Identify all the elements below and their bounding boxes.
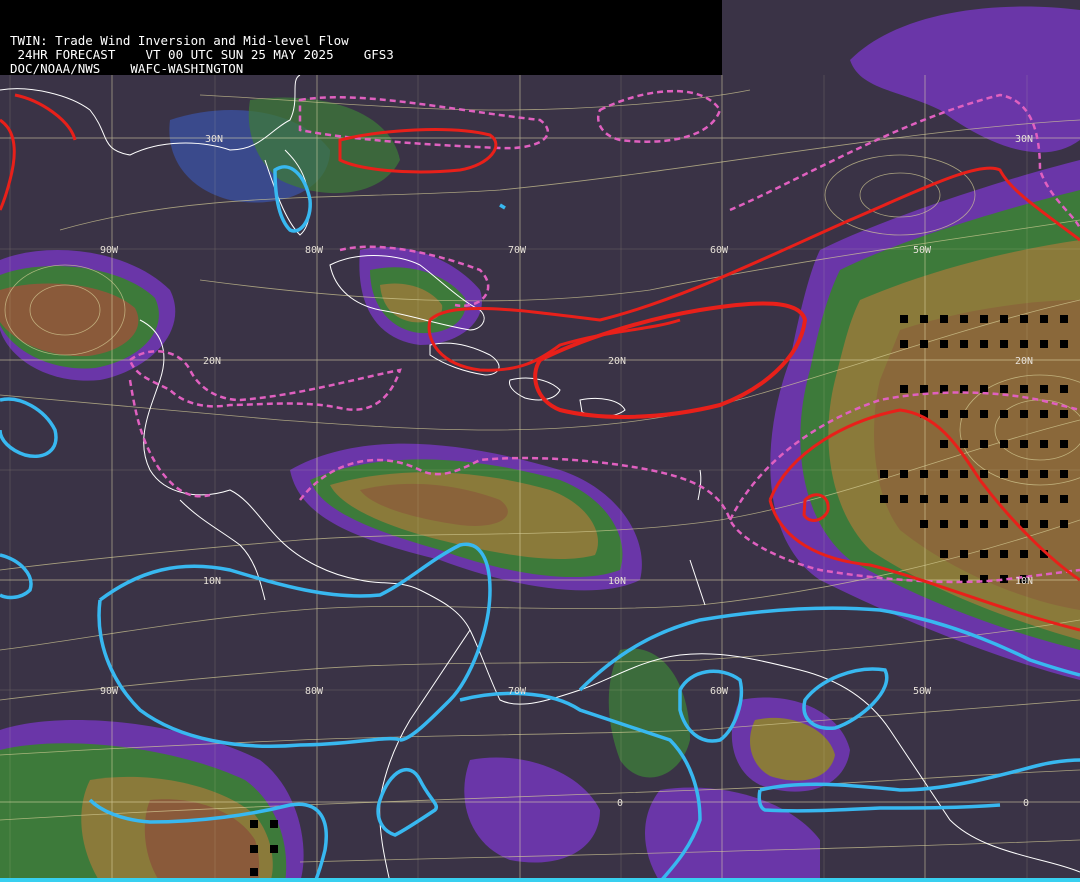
lon-label-60w: 60W [710,245,729,256]
forecast-map: 30N 30N 20N 20N 20N 10N 10N 10N 0 0 90W … [0,0,1080,882]
lat-label-0-east: 0 [1023,798,1029,809]
map-source: DOC/NOAA/NWS WAFC-WASHINGTON [10,61,244,76]
lon-label-50w-lower: 50W [913,686,932,697]
lat-label-20n-west: 20N [203,356,221,367]
lat-label-10n-center: 10N [608,576,626,587]
lon-label-70w: 70W [508,245,527,256]
map-header: TWIN: Trade Wind Inversion and Mid-level… [0,0,722,76]
lat-label-20n-center: 20N [608,356,626,367]
map-title: TWIN: Trade Wind Inversion and Mid-level… [10,33,349,48]
lon-label-80w: 80W [305,245,324,256]
lat-label-30n-west: 30N [205,134,223,145]
lon-label-90w: 90W [100,245,119,256]
lat-label-30n-east: 30N [1015,134,1033,145]
bottom-border [0,878,1080,882]
lat-label-10n-west: 10N [203,576,221,587]
lon-label-50w: 50W [913,245,932,256]
lon-label-80w-lower: 80W [305,686,324,697]
lat-label-10n-east: 10N [1015,576,1033,587]
lon-label-70w-lower: 70W [508,686,527,697]
lon-label-60w-lower: 60W [710,686,729,697]
lon-label-90w-lower: 90W [100,686,119,697]
forecast-valid-time: 24HR FORECAST VT 00 UTC SUN 25 MAY 2025 … [10,47,394,62]
lat-label-0-center: 0 [617,798,623,809]
lat-label-20n-east: 20N [1015,356,1033,367]
